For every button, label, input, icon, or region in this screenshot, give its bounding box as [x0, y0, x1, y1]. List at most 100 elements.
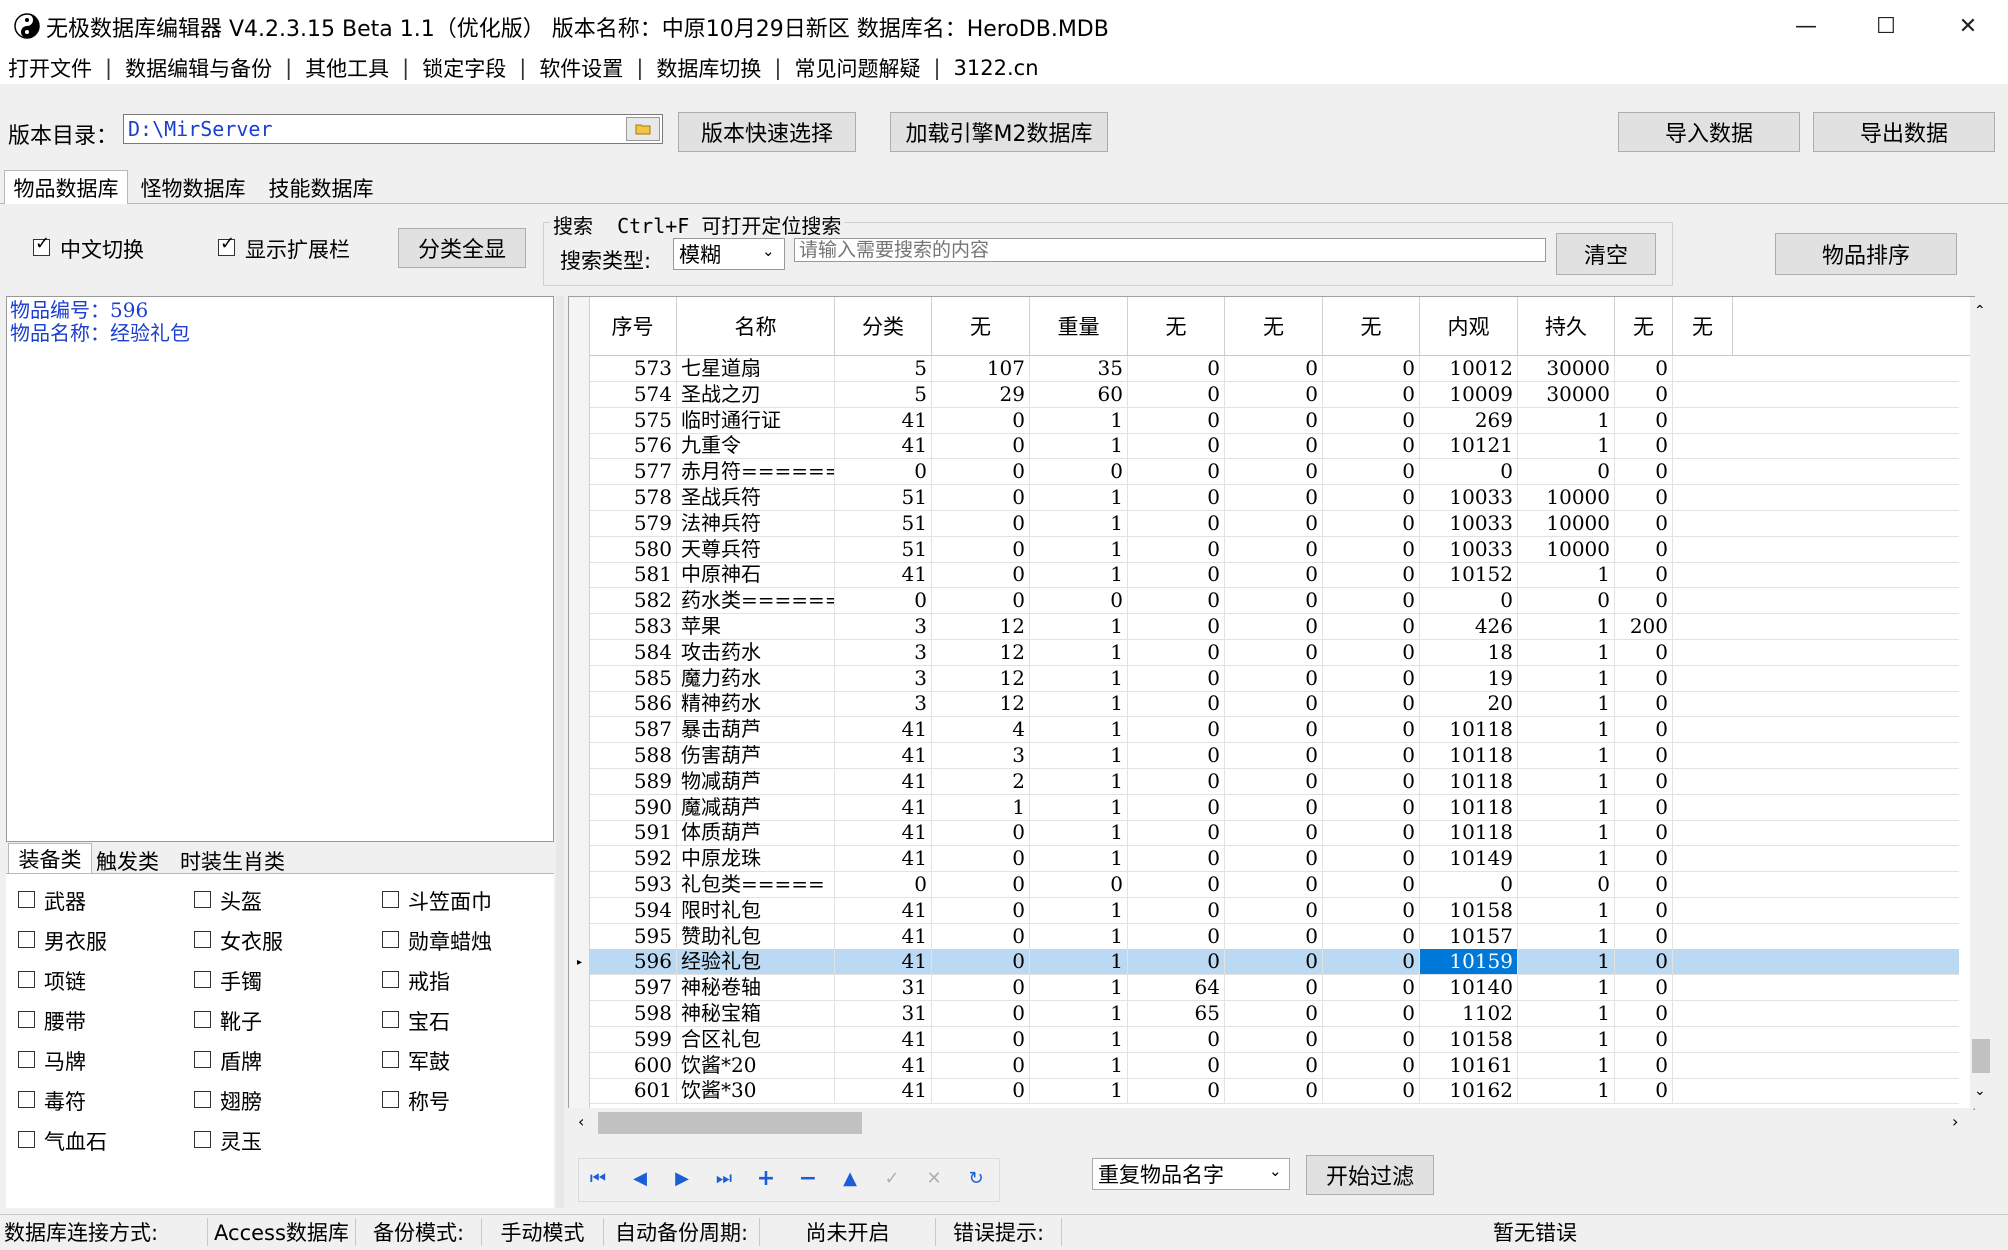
- table-cell[interactable]: 0: [1323, 485, 1420, 510]
- table-cell[interactable]: 0: [1323, 743, 1420, 768]
- table-cell[interactable]: 31: [835, 975, 932, 1001]
- table-cell[interactable]: 0: [1128, 820, 1225, 846]
- table-row[interactable]: 593 礼包类===== 0 0 0 0 0 0 0 0 0: [569, 872, 1959, 898]
- table-cell[interactable]: 587: [589, 717, 677, 743]
- table-cell[interactable]: 0: [1225, 665, 1323, 691]
- table-cell[interactable]: 法神兵符: [677, 510, 835, 536]
- table-row[interactable]: 596 经验礼包 41 0 1 0 0 0 10159 1 0: [569, 949, 1959, 976]
- table-cell[interactable]: 0: [1615, 407, 1673, 433]
- maximize-button[interactable]: ☐: [1846, 0, 1926, 52]
- table-cell[interactable]: 0: [1615, 1026, 1673, 1052]
- table-cell[interactable]: 合区礼包: [677, 1026, 835, 1052]
- table-row[interactable]: 581 中原神石 41 0 1 0 0 0 10152 1 0: [569, 562, 1959, 589]
- table-cell[interactable]: 0: [1225, 485, 1323, 510]
- table-cell[interactable]: 0: [1323, 381, 1420, 407]
- table-cell[interactable]: 10121: [1420, 433, 1518, 459]
- table-cell[interactable]: 0: [1225, 717, 1323, 743]
- table-cell[interactable]: 0: [1420, 459, 1518, 485]
- column-header[interactable]: 无: [1323, 297, 1420, 355]
- table-cell[interactable]: 426: [1420, 614, 1518, 639]
- table-row[interactable]: 599 合区礼包 41 0 1 0 0 0 10158 1 0: [569, 1026, 1959, 1053]
- table-cell[interactable]: 0: [1323, 923, 1420, 949]
- table-cell[interactable]: 1: [1030, 743, 1128, 768]
- menu-edit-backup[interactable]: 数据编辑与备份: [117, 53, 280, 83]
- table-row[interactable]: 587 暴击葫芦 41 4 1 0 0 0 10118 1 0: [569, 717, 1959, 744]
- table-cell[interactable]: 0: [1225, 691, 1323, 717]
- table-cell[interactable]: 0: [1128, 459, 1225, 485]
- cancel-edit-icon[interactable]: ✕: [922, 1166, 946, 1190]
- table-cell[interactable]: 物减葫芦: [677, 768, 835, 794]
- table-cell[interactable]: 41: [835, 820, 932, 846]
- table-cell[interactable]: 4: [932, 717, 1030, 743]
- tab-equipment[interactable]: 装备类: [8, 843, 92, 873]
- table-cell[interactable]: 0: [1323, 768, 1420, 794]
- table-cell[interactable]: 0: [1225, 536, 1323, 562]
- table-cell[interactable]: 0: [1128, 743, 1225, 768]
- table-cell[interactable]: 1: [1518, 1052, 1615, 1078]
- table-cell[interactable]: 10118: [1420, 820, 1518, 846]
- table-cell[interactable]: 0: [932, 872, 1030, 897]
- table-cell[interactable]: 魔减葫芦: [677, 794, 835, 820]
- table-row[interactable]: 584 攻击药水 3 12 1 0 0 0 18 1 0: [569, 639, 1959, 666]
- table-cell[interactable]: 583: [589, 614, 677, 639]
- table-cell[interactable]: 1: [1030, 1026, 1128, 1052]
- table-cell[interactable]: 0: [932, 1052, 1030, 1078]
- cat-bloodstone-checkbox[interactable]: [18, 1131, 35, 1148]
- table-cell[interactable]: 269: [1420, 407, 1518, 433]
- table-cell[interactable]: 0: [1615, 872, 1673, 897]
- table-cell[interactable]: 药水类======: [677, 588, 835, 614]
- cat-horse-checkbox[interactable]: [18, 1051, 35, 1068]
- table-cell[interactable]: 0: [1615, 1052, 1673, 1078]
- table-cell[interactable]: 599: [589, 1026, 677, 1052]
- table-cell[interactable]: 41: [835, 433, 932, 459]
- table-cell[interactable]: 0: [1128, 897, 1225, 923]
- menu-other-tools[interactable]: 其他工具: [297, 53, 397, 83]
- table-cell[interactable]: 0: [1615, 768, 1673, 794]
- table-cell[interactable]: 0: [835, 872, 932, 897]
- table-cell[interactable]: 0: [1128, 510, 1225, 536]
- table-cell[interactable]: 0: [932, 897, 1030, 923]
- table-cell[interactable]: 1: [1518, 846, 1615, 872]
- table-cell[interactable]: 1: [1518, 407, 1615, 433]
- table-cell[interactable]: 10009: [1420, 381, 1518, 407]
- table-cell[interactable]: 35: [1030, 356, 1128, 381]
- table-cell[interactable]: 1: [1518, 820, 1615, 846]
- table-cell[interactable]: 31: [835, 1001, 932, 1026]
- cat-medal-checkbox[interactable]: [382, 931, 399, 948]
- table-cell[interactable]: 0: [1128, 562, 1225, 588]
- show-all-cat-button[interactable]: 分类全显: [398, 228, 526, 268]
- table-cell[interactable]: 1: [1518, 665, 1615, 691]
- table-cell[interactable]: 0: [932, 949, 1030, 975]
- table-cell[interactable]: 595: [589, 923, 677, 949]
- table-cell[interactable]: 10033: [1420, 510, 1518, 536]
- table-cell[interactable]: 3: [835, 639, 932, 665]
- export-data-button[interactable]: 导出数据: [1813, 112, 1995, 152]
- table-cell[interactable]: 圣战兵符: [677, 485, 835, 510]
- table-cell[interactable]: 41: [835, 743, 932, 768]
- table-cell[interactable]: 18: [1420, 639, 1518, 665]
- table-cell[interactable]: 0: [1323, 459, 1420, 485]
- table-row[interactable]: 577 赤月符====== 0 0 0 0 0 0 0 0 0: [569, 459, 1959, 486]
- horizontal-scrollbar[interactable]: ‹ ›: [568, 1108, 1973, 1138]
- minimize-button[interactable]: —: [1766, 0, 1846, 52]
- vertical-scrollbar[interactable]: ⌃ ⌄: [1970, 297, 1992, 1108]
- horizontal-scroll-thumb[interactable]: [598, 1112, 862, 1134]
- table-cell[interactable]: 577: [589, 459, 677, 485]
- table-row[interactable]: 583 苹果 3 12 1 0 0 0 426 1 200: [569, 614, 1959, 640]
- table-cell[interactable]: 592: [589, 846, 677, 872]
- table-cell[interactable]: 0: [1615, 691, 1673, 717]
- table-cell[interactable]: 600: [589, 1052, 677, 1078]
- table-row[interactable]: 590 魔减葫芦 41 1 1 0 0 0 10118 1 0: [569, 794, 1959, 821]
- table-cell[interactable]: 1: [1030, 433, 1128, 459]
- table-cell[interactable]: 10000: [1518, 536, 1615, 562]
- table-cell[interactable]: 1: [1518, 923, 1615, 949]
- table-cell[interactable]: 1: [1030, 768, 1128, 794]
- table-cell[interactable]: 0: [1323, 820, 1420, 846]
- table-cell[interactable]: 0: [1615, 381, 1673, 407]
- table-cell[interactable]: 0: [1615, 588, 1673, 614]
- table-cell[interactable]: 0: [1323, 433, 1420, 459]
- table-cell[interactable]: 0: [1225, 1026, 1323, 1052]
- table-cell[interactable]: 伤害葫芦: [677, 743, 835, 768]
- table-cell[interactable]: 0: [932, 562, 1030, 588]
- search-input[interactable]: [794, 238, 1546, 262]
